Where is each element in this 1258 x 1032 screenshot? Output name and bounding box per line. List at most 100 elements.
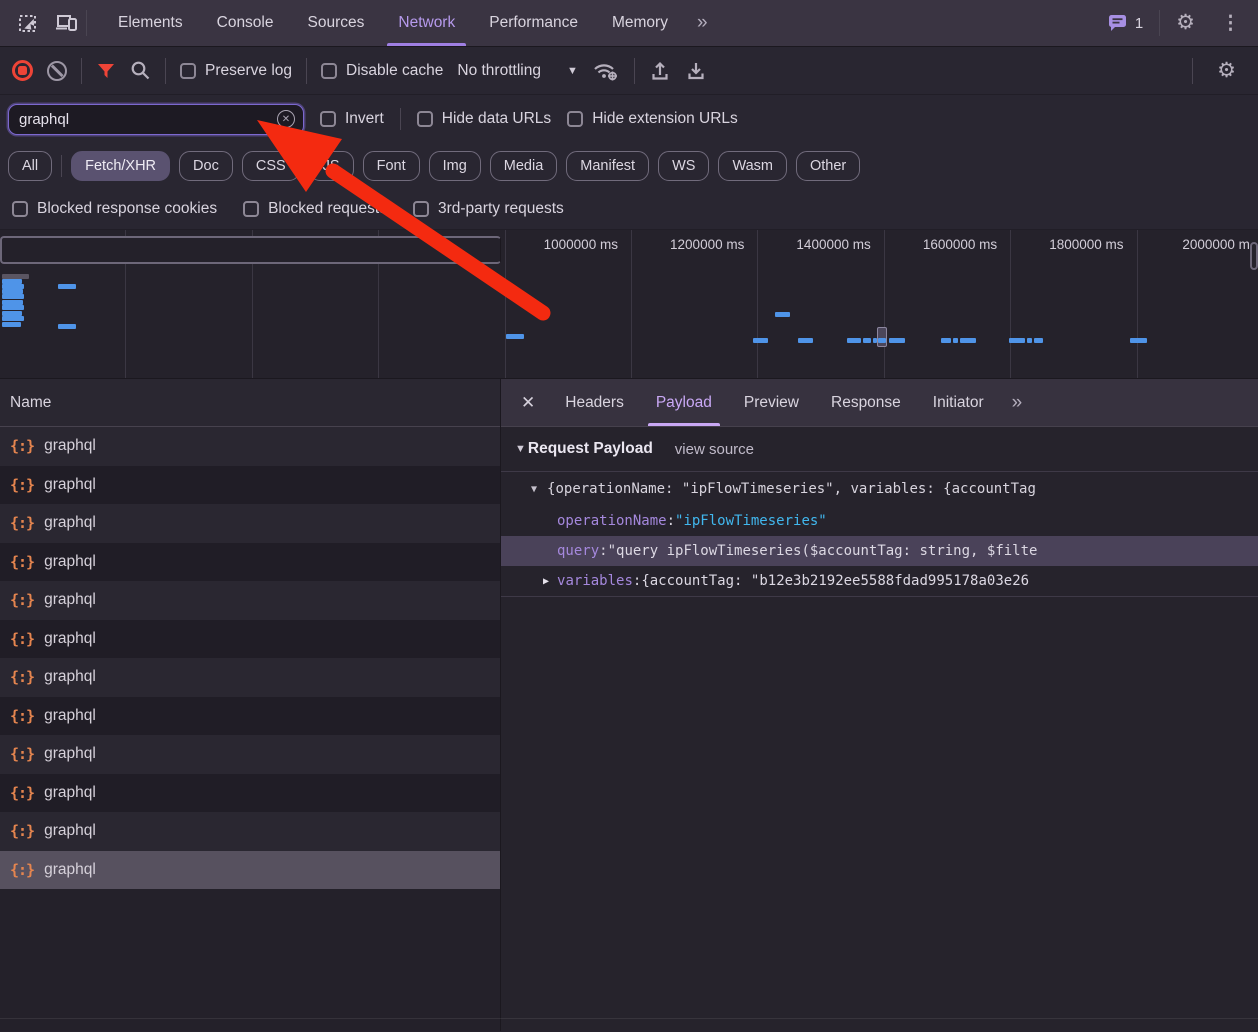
request-name: graphql [44,591,96,609]
detail-tab-response[interactable]: Response [815,379,917,426]
table-row-request[interactable]: {:} graphql [0,812,500,851]
chip-doc[interactable]: Doc [179,150,233,181]
payload-value: {accountTag: "b12e3b2192ee5588fdad995178… [641,573,1030,589]
filter-funnel-icon[interactable] [96,61,116,81]
inspect-element-icon[interactable] [10,0,48,46]
table-row-request[interactable]: {:} graphql [0,850,500,889]
chip-font[interactable]: Font [362,150,420,181]
network-settings-gear-icon[interactable]: ⚙ [1207,60,1246,82]
json-braces-icon: {:} [10,629,35,648]
network-conditions-icon[interactable] [592,60,620,82]
record-network-log-button[interactable] [12,60,33,81]
chip-js[interactable]: JS [308,150,354,181]
json-braces-icon: {:} [10,860,35,879]
chip-ws[interactable]: WS [658,150,710,181]
payload-key: variables [557,573,633,589]
payload-value: "query ipFlowTimeseries($accountTag: str… [607,543,1038,559]
invert-checkbox[interactable]: Invert [320,110,384,128]
chip-fetch-xhr[interactable]: Fetch/XHR [71,150,171,181]
disable-cache-checkbox[interactable]: Disable cache [321,62,443,80]
clear-filter-icon[interactable]: ✕ [277,110,295,128]
divider [1159,10,1161,36]
issues-button[interactable]: 1 [1097,13,1153,33]
collapse-triangle-icon[interactable]: ▼ [515,443,526,455]
more-tabs-chevron-icon[interactable]: » [685,0,720,46]
hide-data-urls-checkbox[interactable]: Hide data URLs [416,110,551,128]
chip-media[interactable]: Media [489,150,558,181]
request-detail-panel: ✕ Headers Payload Preview Response Initiator… [501,379,1258,1031]
table-row-request[interactable]: {:} graphql [0,696,500,735]
throttling-select[interactable]: No throttling ▼ [457,62,577,80]
divider [165,57,166,84]
table-row-request[interactable]: {:} graphql [0,619,500,658]
request-name: graphql [44,437,96,455]
hide-extension-urls-checkbox[interactable]: Hide extension URLs [567,110,738,128]
device-toolbar-icon[interactable] [48,0,86,46]
payload-key: query [557,543,600,559]
tab-elements[interactable]: Elements [101,0,200,46]
name-column-header[interactable]: Name [0,379,500,427]
payload-row-query[interactable]: query: "query ipFlowTimeseries($accountT… [501,536,1258,566]
checkbox-box [243,200,260,217]
menu-dots-icon[interactable]: ⋮ [1211,12,1250,35]
request-name: graphql [44,629,96,647]
table-row-request[interactable]: {:} graphql [0,427,500,466]
tab-performance[interactable]: Performance [472,0,595,46]
json-braces-icon: {:} [10,706,35,725]
table-row-request[interactable]: {:} graphql [0,542,500,581]
chip-wasm[interactable]: Wasm [718,150,787,181]
view-source-link[interactable]: view source [675,441,754,458]
payload-key: operationName [557,513,667,529]
table-row-request[interactable]: {:} graphql [0,658,500,697]
payload-value: "ipFlowTimeseries" [675,513,827,529]
main-tabs: Elements Console Sources Network Performance… [101,0,685,46]
collapse-triangle-icon[interactable]: ▼ [531,484,537,495]
search-icon[interactable] [130,60,151,81]
table-row-request[interactable]: {:} graphql [0,735,500,774]
chip-manifest[interactable]: Manifest [566,150,650,181]
export-har-icon[interactable] [685,60,707,82]
network-overview-timeline[interactable]: 200000 ms400000 ms600000 ms800000 ms1000… [0,230,1258,379]
payload-row-variables[interactable]: ▶ variables: {accountTag: "b12e3b2192ee55… [501,566,1258,596]
chip-all[interactable]: All [8,150,53,181]
tab-network[interactable]: Network [381,0,472,46]
import-har-icon[interactable] [649,60,671,82]
preserve-log-checkbox[interactable]: Preserve log [180,62,292,80]
clear-network-log-button[interactable] [47,60,67,81]
table-row-request[interactable]: {:} graphql [0,465,500,504]
more-detail-tabs-chevron-icon[interactable]: » [1000,379,1035,426]
filter-input-wrapper: ✕ [8,103,304,135]
tab-sources[interactable]: Sources [291,0,382,46]
table-row-request[interactable]: {:} graphql [0,581,500,620]
close-detail-icon[interactable]: ✕ [507,379,549,426]
table-row-request[interactable]: {:} graphql [0,773,500,812]
tab-memory[interactable]: Memory [595,0,685,46]
expand-triangle-icon[interactable]: ▶ [543,576,549,587]
detail-tab-headers[interactable]: Headers [549,379,640,426]
issues-count: 1 [1134,14,1144,32]
overview-right-handle[interactable] [1250,242,1258,270]
chip-img[interactable]: Img [428,150,481,181]
detail-tab-preview[interactable]: Preview [728,379,815,426]
chip-other[interactable]: Other [796,150,861,181]
json-braces-icon: {:} [10,591,35,610]
detail-tab-payload[interactable]: Payload [640,379,728,426]
payload-row-operationname[interactable]: operationName: "ipFlowTimeseries" [501,506,1258,536]
blocked-requests-checkbox[interactable]: Blocked requests [243,200,387,218]
detail-tab-initiator[interactable]: Initiator [917,379,1000,426]
request-name: graphql [44,745,96,763]
chip-css[interactable]: CSS [241,150,300,181]
json-braces-icon: {:} [10,552,35,571]
overview-left-handle[interactable] [0,236,501,264]
3rd-party-requests-checkbox[interactable]: 3rd-party requests [412,200,564,218]
tab-console[interactable]: Console [200,0,291,46]
blocked-response-cookies-checkbox[interactable]: Blocked response cookies [12,200,217,218]
blocked-response-cookies-label: Blocked response cookies [37,199,218,217]
settings-gear-icon[interactable]: ⚙ [1166,12,1205,34]
filter-input[interactable] [19,110,269,128]
table-row-request[interactable]: {:} graphql [0,504,500,543]
request-name: graphql [44,514,96,532]
throttling-value: No throttling [457,61,541,79]
payload-object-preview[interactable]: ▼ {operationName: "ipFlowTimeseries", va… [501,472,1258,506]
request-name: graphql [44,822,96,840]
